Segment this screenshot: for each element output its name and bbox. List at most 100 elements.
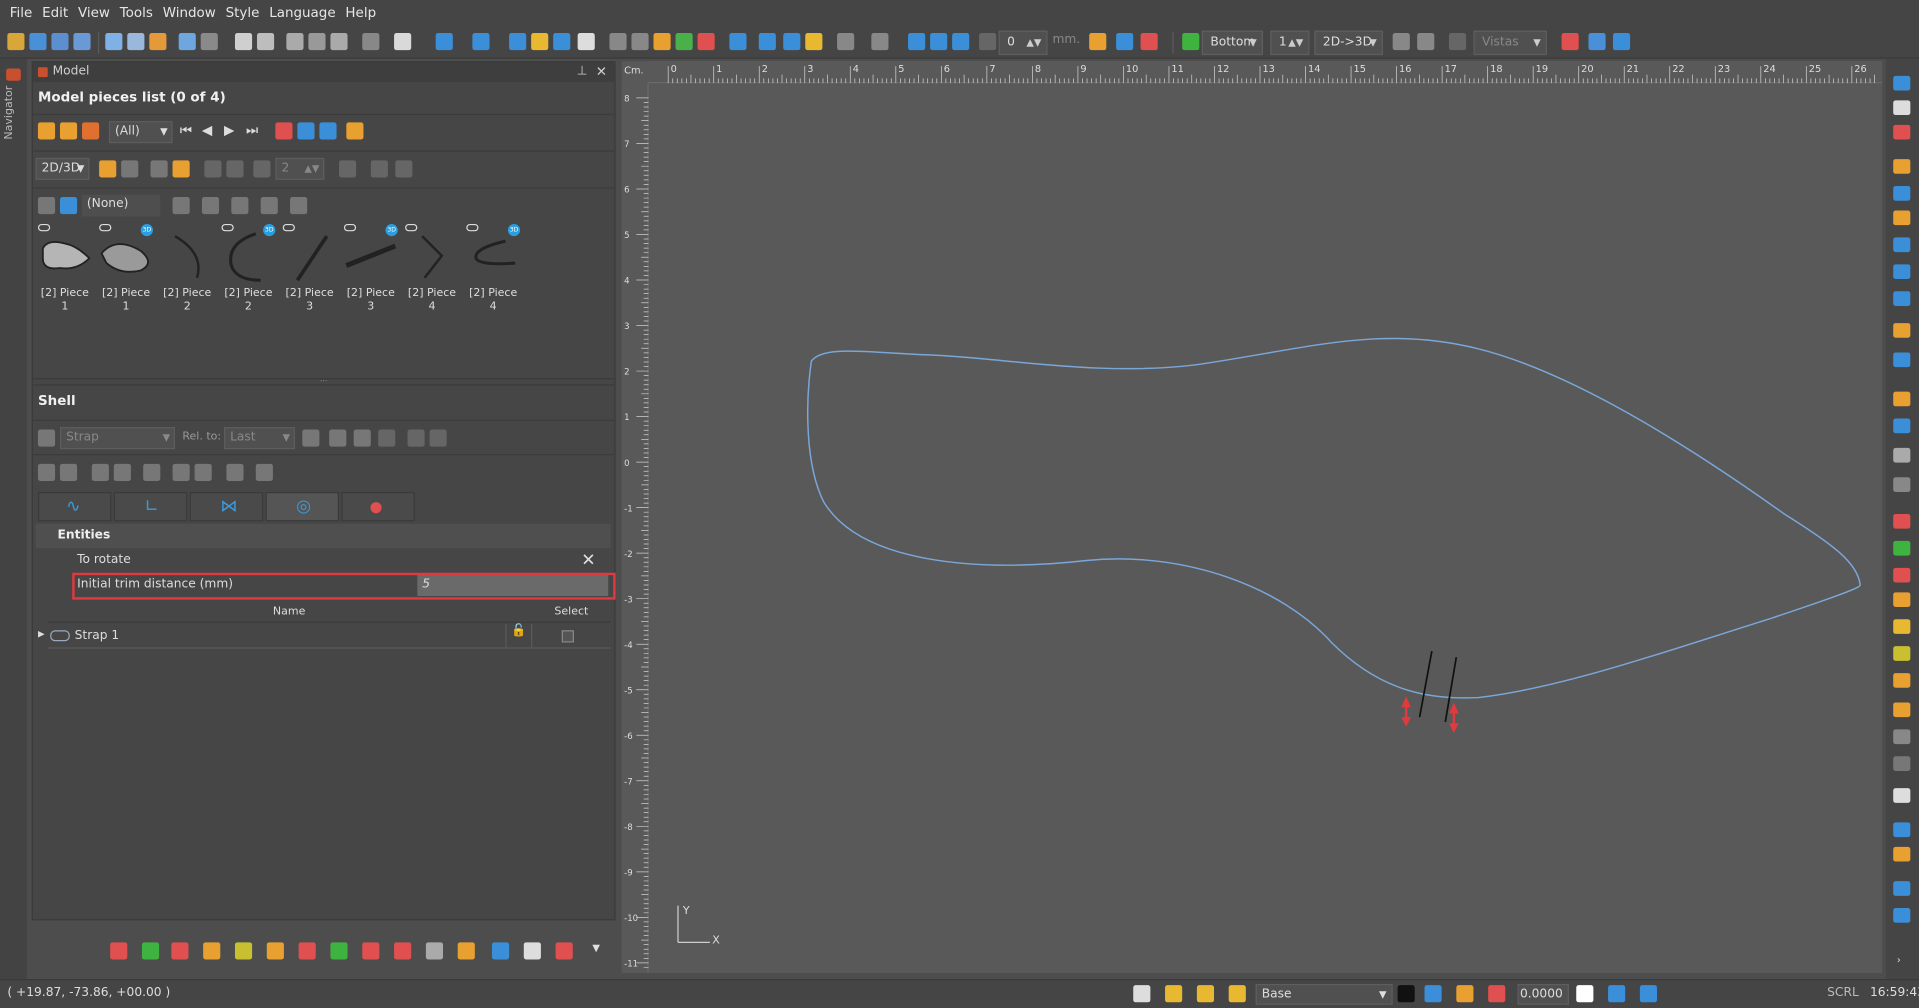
tab-rotate[interactable]: ◎ xyxy=(265,491,339,522)
clear-icon[interactable]: ✕ xyxy=(581,548,595,572)
tool-b5-icon[interactable] xyxy=(234,942,253,960)
tool-20-icon[interactable] xyxy=(429,429,447,447)
tool-e-icon[interactable] xyxy=(1588,33,1606,51)
tool-26-icon[interactable] xyxy=(172,463,190,481)
tool-8-icon[interactable] xyxy=(338,160,357,178)
redo-icon[interactable] xyxy=(200,33,218,51)
move-icon[interactable] xyxy=(908,33,926,51)
snap-icon[interactable] xyxy=(509,33,527,51)
tool-16-icon[interactable] xyxy=(329,429,347,447)
tool-b3-icon[interactable] xyxy=(171,942,189,960)
value-spinner[interactable]: 0 ▲▼ xyxy=(998,30,1048,56)
copy-icon[interactable] xyxy=(286,33,304,51)
light-icon[interactable] xyxy=(394,33,412,51)
lock-orange-icon[interactable] xyxy=(653,33,671,51)
tool-21-icon[interactable] xyxy=(37,463,56,481)
status-layers-icon[interactable] xyxy=(1165,985,1183,1003)
rt-15-icon[interactable] xyxy=(1893,477,1911,492)
table-row[interactable]: ▶ Strap 1 🔓 xyxy=(38,624,611,649)
fit-icon[interactable] xyxy=(275,122,293,140)
tool-3-icon[interactable] xyxy=(150,160,168,178)
prev-icon[interactable]: ◀ xyxy=(202,123,219,141)
magic-wand-icon[interactable] xyxy=(149,33,167,51)
tool-29-icon[interactable] xyxy=(255,463,273,481)
select-multi-icon[interactable] xyxy=(729,33,747,51)
pan-hand-icon[interactable] xyxy=(105,33,123,51)
rt-19-icon[interactable] xyxy=(1893,592,1911,608)
grid-view-icon[interactable] xyxy=(37,122,56,140)
tool-22-icon[interactable] xyxy=(59,463,78,481)
splitter[interactable]: ⋯ xyxy=(33,378,615,386)
menu-tools[interactable]: Tools xyxy=(115,0,158,27)
menu-help[interactable]: Help xyxy=(341,0,381,27)
undo-icon[interactable] xyxy=(178,33,196,51)
tool-b14-icon[interactable] xyxy=(523,942,541,960)
ruler-icon[interactable] xyxy=(577,33,595,51)
piece-thumb[interactable]: [2] Piece 1 xyxy=(35,222,94,320)
rt-26-icon[interactable] xyxy=(1893,822,1911,838)
tool-28-icon[interactable] xyxy=(226,463,244,481)
rt-18-icon[interactable] xyxy=(1893,567,1911,583)
rt-6-icon[interactable] xyxy=(1893,210,1911,226)
curve-icon[interactable] xyxy=(553,33,571,51)
tool-b2-icon[interactable] xyxy=(141,942,160,960)
first-icon[interactable]: ⏮ xyxy=(180,123,197,141)
rt-8-icon[interactable] xyxy=(1893,264,1911,280)
view-combo[interactable]: 2D/3D ▼ xyxy=(35,157,90,180)
rt-10-icon[interactable] xyxy=(1893,323,1911,338)
rt-16-icon[interactable] xyxy=(1893,513,1911,529)
back-icon[interactable] xyxy=(308,33,326,51)
menu-file[interactable]: File xyxy=(5,0,37,27)
frame-icon[interactable] xyxy=(675,33,693,51)
tool-f-icon[interactable] xyxy=(1612,33,1631,51)
tool-13-icon[interactable] xyxy=(231,197,249,215)
piece-thumb[interactable]: [2] Piece 3 xyxy=(280,222,339,320)
tool-27-icon[interactable] xyxy=(194,463,212,481)
menu-style[interactable]: Style xyxy=(221,0,265,27)
tool-6-icon[interactable] xyxy=(226,160,244,178)
rt-20-icon[interactable] xyxy=(1893,619,1911,634)
add-piece-icon[interactable] xyxy=(319,122,337,140)
pin-icon[interactable]: ⊥ xyxy=(577,62,588,82)
link-icon[interactable] xyxy=(631,33,649,51)
unlock-icon[interactable]: 🔓 xyxy=(505,624,533,649)
rt-14-icon[interactable] xyxy=(1893,447,1911,463)
tab-colors[interactable]: ● xyxy=(341,491,415,522)
menu-language[interactable]: Language xyxy=(264,0,340,27)
tool-b1-icon[interactable] xyxy=(110,942,128,960)
refresh-icon[interactable] xyxy=(1608,985,1626,1003)
rt-11-icon[interactable] xyxy=(1893,352,1911,368)
rt-24-icon[interactable] xyxy=(1893,729,1911,745)
tool-19-icon[interactable] xyxy=(407,429,425,447)
tool-b8-icon[interactable] xyxy=(330,942,348,960)
tab-bend[interactable]: ⋈ xyxy=(189,491,264,522)
rt-22-icon[interactable] xyxy=(1893,673,1911,688)
pen-icon[interactable] xyxy=(531,33,549,51)
lasso-icon[interactable] xyxy=(783,33,801,51)
rotate-tool-icon[interactable] xyxy=(37,429,56,447)
rt-23-icon[interactable] xyxy=(1893,702,1911,718)
count-spinner[interactable]: 1 ▲▼ xyxy=(1270,30,1310,56)
lock-grey-icon[interactable] xyxy=(302,429,320,447)
tool-b12-icon[interactable] xyxy=(457,942,475,960)
tool-1-icon[interactable] xyxy=(99,160,117,178)
rt-1-icon[interactable] xyxy=(1893,75,1911,91)
rt-17-icon[interactable] xyxy=(1893,540,1911,556)
tool-4-icon[interactable] xyxy=(172,160,190,178)
tool-10-icon[interactable] xyxy=(395,160,413,178)
side-combo[interactable]: Bottom ▼ xyxy=(1201,30,1263,56)
checkbox-icon[interactable] xyxy=(979,33,997,51)
status-tag-icon[interactable] xyxy=(1228,985,1246,1003)
rotate-icon[interactable] xyxy=(930,33,948,51)
color-swatch[interactable] xyxy=(1397,985,1415,1003)
menu-edit[interactable]: Edit xyxy=(37,0,73,27)
select-checkbox[interactable] xyxy=(561,630,574,643)
white-swatch[interactable] xyxy=(1576,985,1594,1003)
zoom-icon[interactable] xyxy=(127,33,145,51)
tool-b11-icon[interactable] xyxy=(425,942,444,960)
tool-23-icon[interactable] xyxy=(91,463,109,481)
tool-b9-icon[interactable] xyxy=(362,942,380,960)
tool-11-icon[interactable] xyxy=(172,197,190,215)
menu-window[interactable]: Window xyxy=(158,0,221,27)
rt-3-icon[interactable] xyxy=(1893,124,1911,140)
